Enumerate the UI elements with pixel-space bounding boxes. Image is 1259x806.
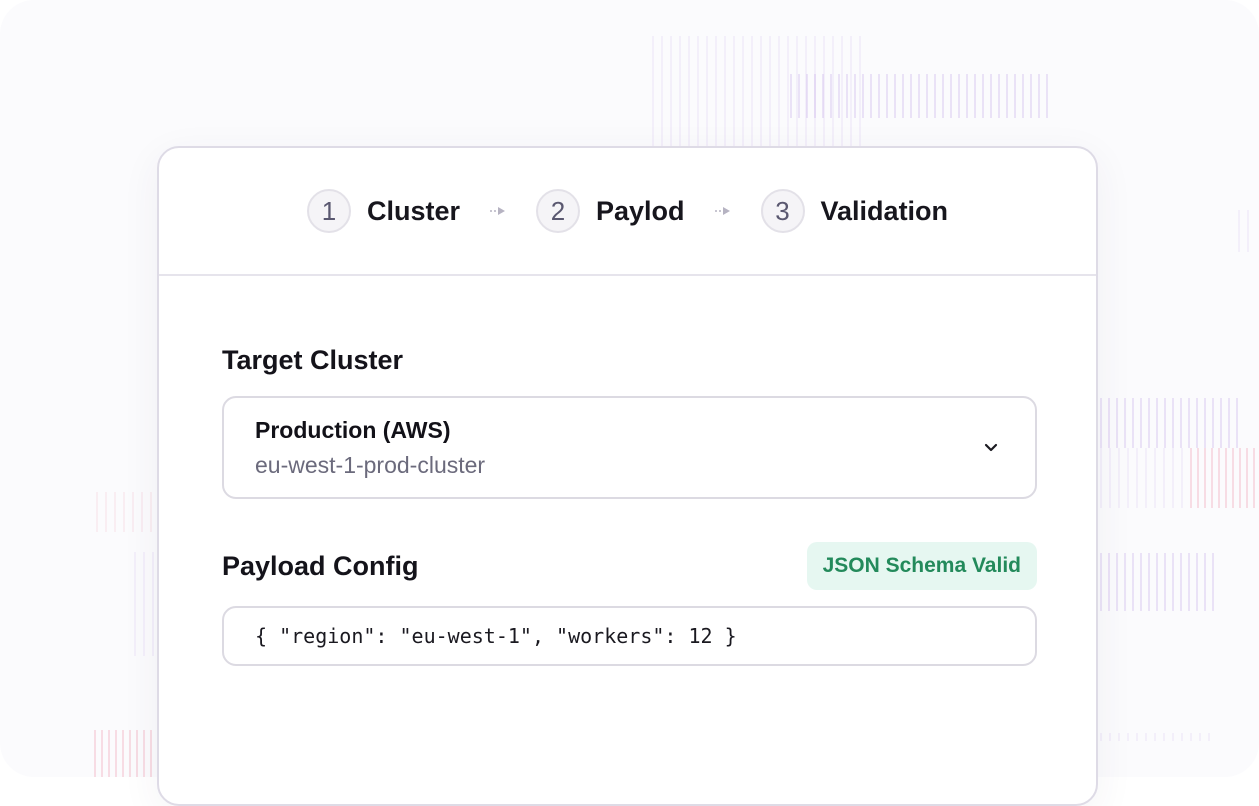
step-label: Cluster — [366, 195, 460, 226]
step-number: 2 — [535, 189, 580, 233]
arrow-right-icon — [714, 205, 732, 217]
target-cluster-label: Target Cluster — [222, 345, 404, 375]
step-label: Paylod — [595, 195, 685, 226]
step-validation[interactable]: 3 Validation — [760, 189, 949, 233]
decorative-stripes — [1100, 733, 1210, 741]
step-payload[interactable]: 2 Paylod — [535, 189, 685, 233]
payload-config-header: Payload Config JSON Schema Valid — [222, 542, 1037, 590]
payload-config-label: Payload Config — [222, 551, 419, 581]
cluster-id: eu-west-1-prod-cluster — [255, 452, 486, 478]
decorative-stripes — [1100, 448, 1190, 508]
arrow-right-icon — [489, 205, 507, 217]
decorative-stripes — [1100, 553, 1220, 611]
decorative-stripes — [790, 74, 1050, 118]
decorative-stripes — [1190, 448, 1256, 508]
deploy-wizard-card: 1 Cluster 2 Paylod 3 Validation Target C… — [157, 146, 1098, 806]
step-number: 3 — [760, 189, 805, 233]
step-number: 1 — [306, 189, 351, 233]
payload-json-input[interactable]: { "region": "eu-west-1", "workers": 12 } — [222, 606, 1037, 666]
decorative-stripes — [96, 492, 156, 532]
schema-valid-badge: JSON Schema Valid — [806, 542, 1037, 590]
decorative-stripes — [94, 730, 156, 777]
decorative-stripes — [134, 552, 156, 656]
step-label: Validation — [820, 195, 949, 226]
stepper: 1 Cluster 2 Paylod 3 Validation — [159, 148, 1096, 276]
step-cluster[interactable]: 1 Cluster — [306, 189, 460, 233]
form-body: Target Cluster Production (AWS) eu-west-… — [159, 276, 1096, 666]
chevron-down-icon[interactable] — [983, 441, 999, 453]
cluster-select[interactable]: Production (AWS) eu-west-1-prod-cluster — [222, 396, 1037, 499]
cluster-name: Production (AWS) — [255, 417, 451, 443]
decorative-stripes — [1238, 210, 1256, 252]
decorative-stripes — [1100, 398, 1240, 448]
